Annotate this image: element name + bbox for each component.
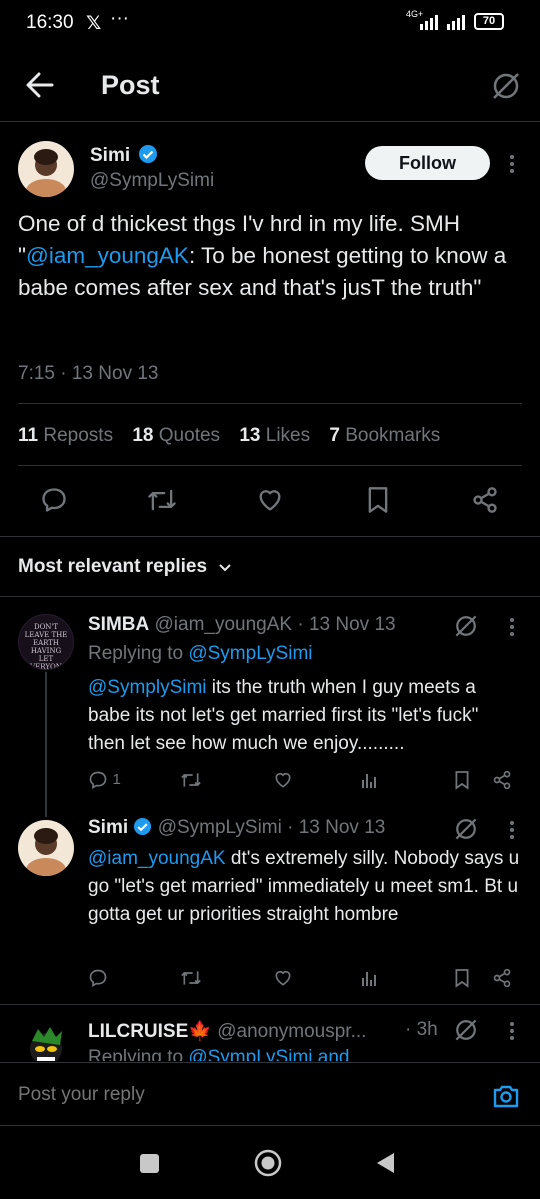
reply-avatar[interactable]	[18, 1019, 74, 1061]
reply-text: @SymplySimi its the truth when I guy mee…	[88, 674, 518, 758]
post-mention-link[interactable]: @iam_youngAK	[26, 243, 189, 268]
author-name[interactable]: Simi	[90, 145, 130, 166]
author-avatar[interactable]	[18, 141, 74, 197]
divider	[18, 403, 522, 404]
reply-author-name[interactable]: LILCRUISE🍁	[88, 1021, 212, 1042]
x-logo-icon: 𝕏	[86, 13, 102, 34]
status-bar: 16:30 𝕏 ··· 4G+ 70	[0, 0, 540, 44]
bookmark-icon[interactable]	[366, 486, 390, 514]
replying-to-link[interactable]: @SympLySimi and	[188, 1047, 349, 1061]
more-icon[interactable]	[508, 819, 516, 841]
quotes-count[interactable]: 18	[132, 425, 153, 446]
status-time: 16:30	[26, 12, 74, 33]
verified-badge-icon	[134, 817, 152, 836]
replies-sort-label: Most relevant replies	[18, 556, 208, 577]
follow-button[interactable]: Follow	[365, 146, 490, 180]
top-header: Post	[0, 50, 540, 122]
reply-icon[interactable]	[88, 770, 108, 790]
reply-author-name[interactable]: Simi	[88, 817, 128, 838]
verified-badge-icon	[138, 145, 157, 163]
replying-to-prefix: Replying to	[88, 643, 189, 664]
notification-dots: ···	[110, 8, 129, 29]
author-handle[interactable]: @SympLySimi	[90, 170, 214, 192]
reply-count: 1	[112, 771, 121, 789]
like-icon[interactable]	[273, 968, 293, 988]
reply-composer[interactable]	[0, 1062, 540, 1126]
more-icon[interactable]	[508, 616, 516, 638]
share-icon[interactable]	[471, 486, 499, 514]
signal-icon	[420, 15, 465, 30]
system-nav-bar	[0, 1127, 540, 1199]
replies-sort-dropdown[interactable]: Most relevant replies	[18, 556, 232, 578]
grok-icon[interactable]	[452, 1016, 480, 1044]
grok-icon[interactable]	[490, 70, 522, 102]
replying-to: Replying to @SympLySimi	[88, 643, 313, 665]
more-icon[interactable]	[508, 1020, 516, 1042]
avatar-text: DON'T LEAVE THE EARTH HAVING LET EVERYON…	[24, 623, 68, 670]
repost-icon[interactable]	[179, 968, 203, 988]
views-icon[interactable]	[361, 969, 379, 987]
bookmarks-count[interactable]: 7	[329, 425, 340, 446]
recent-apps-button[interactable]	[140, 1154, 159, 1173]
replying-to-prefix: Replying to	[88, 1047, 189, 1061]
replying-to: Replying to @SympLySimi and	[88, 1047, 349, 1061]
repost-icon[interactable]	[146, 486, 178, 514]
reply-mention-link[interactable]: @iam_youngAK	[88, 848, 226, 869]
reply-time: · 3h	[405, 1019, 438, 1040]
divider	[18, 465, 522, 466]
reply-handle-time[interactable]: @iam_youngAK · 13 Nov 13	[155, 614, 396, 635]
repost-icon[interactable]	[179, 770, 203, 790]
quotes-label[interactable]: Quotes	[159, 425, 220, 446]
divider	[0, 596, 540, 597]
reposts-count[interactable]: 11	[18, 425, 38, 446]
reply-header: Simi @SympLySimi · 13 Nov 13	[88, 817, 460, 839]
reply-mention-link[interactable]: @SymplySimi	[88, 677, 207, 698]
battery-indicator: 70	[474, 13, 504, 30]
grok-icon[interactable]	[452, 612, 480, 640]
back-button[interactable]	[374, 1151, 396, 1175]
share-icon[interactable]	[492, 968, 512, 988]
reply-text: @iam_youngAK dt's extremely silly. Nobod…	[88, 845, 520, 929]
bookmark-icon[interactable]	[454, 968, 470, 988]
like-icon[interactable]	[256, 486, 284, 514]
bookmarks-label[interactable]: Bookmarks	[345, 425, 440, 446]
reposts-label[interactable]: Reposts	[43, 425, 113, 446]
reply-handle[interactable]: @anonymouspr...	[217, 1021, 366, 1042]
reply-icon[interactable]	[88, 968, 108, 988]
camera-icon[interactable]	[492, 1083, 520, 1109]
reply-author-name[interactable]: SIMBA	[88, 614, 149, 635]
post-timestamp: 7:15 · 13 Nov 13	[18, 363, 159, 384]
views-icon[interactable]	[361, 771, 379, 789]
reply-avatar[interactable]	[18, 820, 74, 876]
post-text: One of d thickest thgs I'v hrd in my lif…	[18, 208, 528, 304]
reply-input[interactable]	[18, 1081, 458, 1109]
chevron-down-icon	[219, 564, 232, 572]
more-icon[interactable]	[508, 153, 516, 175]
likes-count[interactable]: 13	[239, 425, 260, 446]
reply-item-partial[interactable]: LILCRUISE🍁 @anonymouspr... · 3h Replying…	[0, 1005, 540, 1061]
reply-avatar[interactable]: DON'T LEAVE THE EARTH HAVING LET EVERYON…	[18, 614, 74, 670]
share-icon[interactable]	[492, 770, 512, 790]
home-button[interactable]	[254, 1149, 282, 1177]
reply-handle-time[interactable]: @SympLySimi · 13 Nov 13	[158, 817, 386, 838]
author-info: Simi	[90, 144, 158, 167]
thread-line	[45, 672, 47, 817]
reply-header: SIMBA @iam_youngAK · 13 Nov 13	[88, 614, 460, 636]
like-icon[interactable]	[273, 770, 293, 790]
reply-action-reply[interactable]: 1	[88, 770, 121, 790]
likes-label[interactable]: Likes	[266, 425, 310, 446]
post-stats: 11 Reposts 18 Quotes 13 Likes 7 Bookmark…	[18, 425, 454, 447]
replying-to-link[interactable]: @SympLySimi	[188, 643, 312, 664]
reply-icon[interactable]	[40, 486, 68, 514]
reply-header: LILCRUISE🍁 @anonymouspr...	[88, 1019, 438, 1043]
bookmark-icon[interactable]	[454, 770, 470, 790]
page-title: Post	[101, 70, 160, 100]
divider	[0, 536, 540, 537]
back-arrow-icon[interactable]	[26, 72, 54, 98]
grok-icon[interactable]	[452, 815, 480, 843]
